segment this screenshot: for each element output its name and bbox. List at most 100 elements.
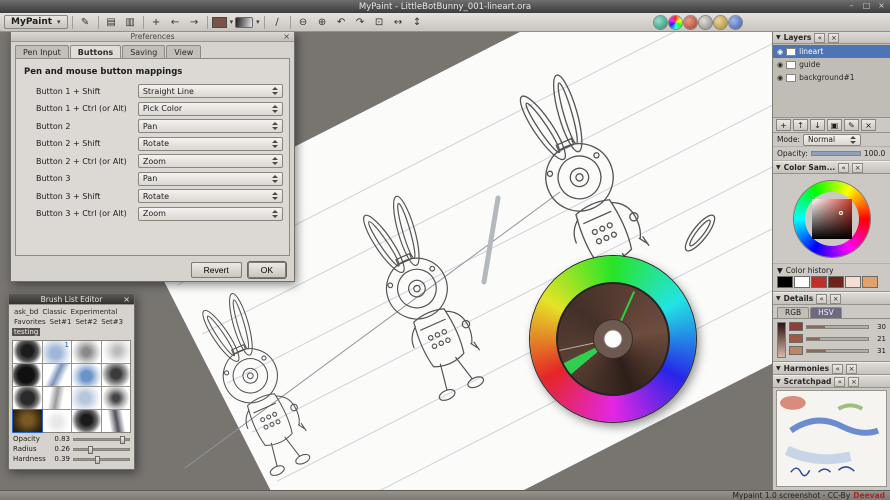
layer-mode-select[interactable]: Normal — [803, 134, 861, 146]
chevron-down-icon[interactable]: ▾ — [256, 18, 260, 26]
chevron-down-icon[interactable]: ▾ — [230, 18, 234, 26]
duplicate-layer-button[interactable]: ▣ — [827, 119, 842, 131]
button2-select[interactable]: Pan — [138, 119, 283, 133]
brush-preview-selected[interactable] — [13, 410, 42, 432]
close-panel-icon[interactable]: × — [828, 33, 839, 43]
channel-swatch[interactable] — [789, 346, 803, 355]
group-tab[interactable]: Set#1 — [48, 318, 74, 326]
revert-button[interactable]: Revert — [191, 262, 242, 278]
add-layer-button[interactable]: + — [776, 119, 791, 131]
tab-buttons[interactable]: Buttons — [70, 45, 121, 58]
brush-preview[interactable] — [102, 410, 131, 432]
color-changer-popup[interactable] — [530, 256, 696, 422]
visibility-icon[interactable]: ◉ — [777, 61, 783, 69]
button3-ctrl-select[interactable]: Zoom — [138, 207, 283, 221]
close-panel-icon[interactable]: × — [830, 294, 841, 304]
opacity-slider[interactable] — [73, 438, 130, 441]
brush-preview[interactable] — [13, 387, 42, 409]
layers-panel-header[interactable]: ▼ Layers « × — [773, 31, 890, 44]
detach-panel-icon[interactable]: « — [816, 294, 827, 304]
palette-icon[interactable] — [714, 16, 727, 29]
tab-rgb[interactable]: RGB — [777, 307, 809, 318]
mypaint-menu-button[interactable]: MyPaint ▾ — [4, 15, 68, 29]
history-swatch[interactable] — [828, 276, 844, 288]
add-icon[interactable]: + — [148, 15, 165, 30]
saturation-value-square[interactable] — [812, 199, 852, 239]
lower-layer-button[interactable]: ↓ — [810, 119, 825, 131]
titlebar[interactable]: MyPaint - LittleBotBunny_001-lineart.ora… — [0, 0, 890, 13]
line-mode-icon[interactable]: ∕ — [269, 15, 286, 30]
tab-view[interactable]: View — [166, 45, 201, 58]
dialog-titlebar[interactable]: Brush List Editor × — [9, 294, 134, 305]
tab-hsv[interactable]: HSV — [810, 307, 842, 318]
tab-saving[interactable]: Saving — [122, 45, 165, 58]
history-swatch[interactable] — [862, 276, 878, 288]
brush-preview[interactable] — [72, 341, 101, 363]
detach-panel-icon[interactable]: « — [832, 364, 843, 374]
tab-pen-input[interactable]: Pen Input — [15, 45, 69, 58]
group-tab[interactable]: Classic — [40, 308, 68, 316]
dialog-titlebar[interactable]: Preferences × — [11, 31, 294, 42]
fit-view-icon[interactable]: ⊡ — [371, 15, 388, 30]
channel-swatch[interactable] — [789, 334, 803, 343]
close-icon[interactable]: × — [281, 31, 292, 42]
channel-slider[interactable] — [806, 349, 869, 353]
button3-shift-select[interactable]: Rotate — [138, 189, 283, 203]
minimize-icon[interactable]: – — [846, 1, 857, 10]
history-swatch[interactable] — [794, 276, 810, 288]
rename-layer-button[interactable]: ✎ — [844, 119, 859, 131]
group-tab[interactable]: Set#3 — [99, 318, 125, 326]
history-swatch[interactable] — [777, 276, 793, 288]
hue-ring[interactable] — [794, 181, 870, 257]
arrow-left-icon[interactable]: ← — [167, 15, 184, 30]
window-icon[interactable]: ▤ — [103, 15, 120, 30]
raise-layer-button[interactable]: ↑ — [793, 119, 808, 131]
close-panel-icon[interactable]: × — [852, 163, 863, 173]
scratchpad-panel-header[interactable]: ▼ Scratchpad « × — [773, 375, 890, 388]
color-history-header[interactable]: ▼ Color history — [773, 264, 890, 276]
brush-preview[interactable] — [13, 364, 42, 386]
collapse-icon[interactable]: ▼ — [776, 34, 781, 41]
detach-panel-icon[interactable]: « — [834, 377, 845, 387]
flip-horizontal-icon[interactable]: ↔ — [390, 15, 407, 30]
button2-shift-select[interactable]: Rotate — [138, 137, 283, 151]
collapse-icon[interactable]: ▼ — [776, 164, 781, 171]
layer-row-lineart[interactable]: ◉ lineart — [773, 45, 890, 58]
visibility-icon[interactable]: ◉ — [777, 48, 783, 56]
brush-tool-icon[interactable] — [684, 16, 697, 29]
arrow-right-icon[interactable]: → — [186, 15, 203, 30]
color-sampler-panel-header[interactable]: ▼ Color Sam... « × — [773, 161, 890, 174]
hardness-slider[interactable] — [73, 458, 130, 461]
layer-row-background[interactable]: ◉ background#1 — [773, 71, 890, 84]
brush-preview[interactable] — [72, 410, 101, 432]
pen-icon[interactable]: ✎ — [77, 15, 94, 30]
brush-preview[interactable] — [13, 341, 42, 363]
dock-icon[interactable]: ▥ — [122, 15, 139, 30]
current-brush-preview[interactable] — [235, 17, 253, 28]
brush-preview[interactable] — [43, 364, 72, 386]
maximize-icon[interactable]: □ — [861, 1, 872, 10]
brush-preview[interactable] — [72, 364, 101, 386]
history-swatch[interactable] — [811, 276, 827, 288]
brush-preview[interactable] — [102, 341, 131, 363]
layer-opacity-slider[interactable] — [811, 151, 861, 156]
collapse-icon[interactable]: ▼ — [776, 295, 781, 302]
button1-ctrl-select[interactable]: Pick Color — [138, 102, 283, 116]
color-sampler-icon[interactable] — [654, 16, 667, 29]
history-swatch[interactable] — [845, 276, 861, 288]
collapse-icon[interactable]: ▼ — [776, 378, 781, 385]
group-tab[interactable]: ask_bd — [12, 308, 40, 316]
button2-ctrl-select[interactable]: Zoom — [138, 154, 283, 168]
radius-slider[interactable] — [73, 448, 130, 451]
collapse-icon[interactable]: ▼ — [776, 365, 781, 372]
current-color-swatch[interactable] — [212, 17, 227, 28]
brush-preview[interactable] — [102, 364, 131, 386]
close-panel-icon[interactable]: × — [846, 364, 857, 374]
redo-icon[interactable]: ↷ — [352, 15, 369, 30]
harmonies-panel-header[interactable]: ▼ Harmonies « × — [773, 362, 890, 375]
zoom-out-icon[interactable]: ⊖ — [295, 15, 312, 30]
brush-preview[interactable] — [72, 387, 101, 409]
group-tab-active[interactable]: testing — [12, 328, 40, 336]
brush-preview[interactable] — [43, 387, 72, 409]
channel-slider[interactable] — [806, 337, 869, 341]
